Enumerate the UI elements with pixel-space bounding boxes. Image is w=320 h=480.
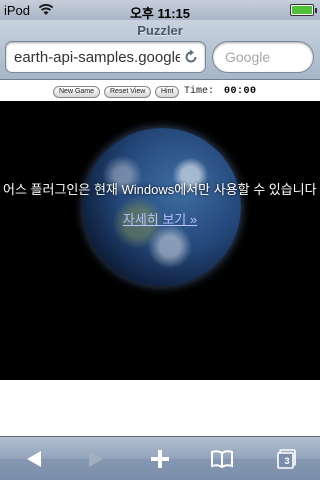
search-field[interactable]: Google (212, 41, 314, 73)
back-icon[interactable] (22, 448, 46, 470)
page-title: Puzzler (137, 23, 183, 38)
globe-image (83, 128, 241, 286)
add-icon[interactable] (148, 448, 172, 470)
search-placeholder: Google (225, 49, 271, 65)
page-content: New Game Reset View Hint Time: 00:00 어스 … (0, 81, 320, 435)
pages-count: 3 (284, 456, 290, 466)
pages-button[interactable]: 3 (275, 448, 299, 470)
plugin-message-text: 어스 플러그인은 현재 Windows에서만 사용할 수 있습니다 (3, 182, 317, 197)
time-value: 00:00 (224, 86, 257, 97)
url-text[interactable]: earth-api-samples.googlecode.com (14, 49, 180, 66)
address-field[interactable]: earth-api-samples.googlecode.com (5, 41, 206, 73)
status-bar: iPod 오후 11:15 (0, 0, 320, 21)
time-label: Time: (184, 86, 215, 97)
plugin-message: 어스 플러그인은 현재 Windows에서만 사용할 수 있습니다 (0, 179, 320, 198)
earth-plugin-area[interactable]: 어스 플러그인은 현재 Windows에서만 사용할 수 있습니다 자세히 보기… (0, 101, 320, 380)
bookmarks-icon[interactable] (210, 448, 234, 470)
forward-icon[interactable] (84, 448, 108, 470)
hint-button[interactable]: Hint (155, 86, 180, 98)
reload-icon[interactable] (183, 49, 199, 65)
browser-nav-bar: Puzzler earth-api-samples.googlecode.com… (0, 20, 320, 80)
new-game-button[interactable]: New Game (53, 86, 101, 98)
reset-view-button[interactable]: Reset View (104, 86, 152, 98)
browser-toolbar: 3 (0, 436, 320, 480)
learn-more-link[interactable]: 자세히 보기 » (0, 209, 320, 228)
game-controls: New Game Reset View Hint Time: 00:00 (0, 86, 320, 100)
battery-icon (290, 4, 317, 16)
